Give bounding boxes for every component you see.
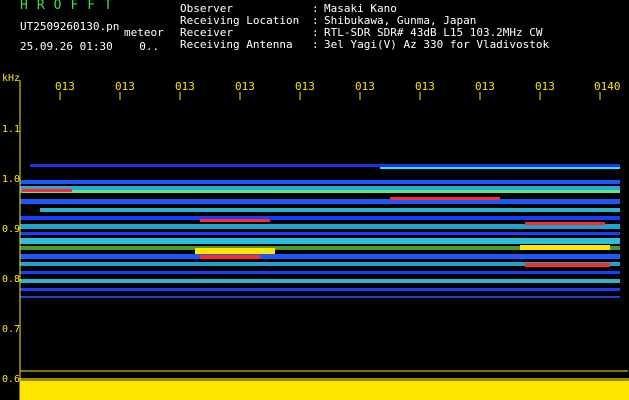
signal-band [20,216,620,220]
signal-band [20,180,620,184]
signal-band [20,199,620,204]
meteor-echo [525,263,610,267]
signal-band [20,254,620,259]
meteor-echo [525,222,605,225]
meteor-echo [195,248,275,254]
signal-band [20,271,620,274]
signal-band [22,190,620,193]
meteor-echo [200,219,270,222]
signal-band [40,208,620,212]
signal-band [20,279,620,283]
meteor-echo [22,189,72,192]
signal-band [20,296,620,298]
signal-band [20,238,620,244]
noise-floor-strip [20,370,629,400]
meteor-echo [390,197,500,200]
signal-band [30,164,620,167]
signal-band [20,232,620,235]
signal-band [20,288,620,291]
signal-band [380,167,620,169]
signal-bands [20,164,620,298]
spectrogram-plot [19,80,629,400]
noise-floor [20,381,629,400]
meteor-echo [520,245,610,250]
meteor-echo [200,255,260,259]
noise-floor [20,378,629,381]
